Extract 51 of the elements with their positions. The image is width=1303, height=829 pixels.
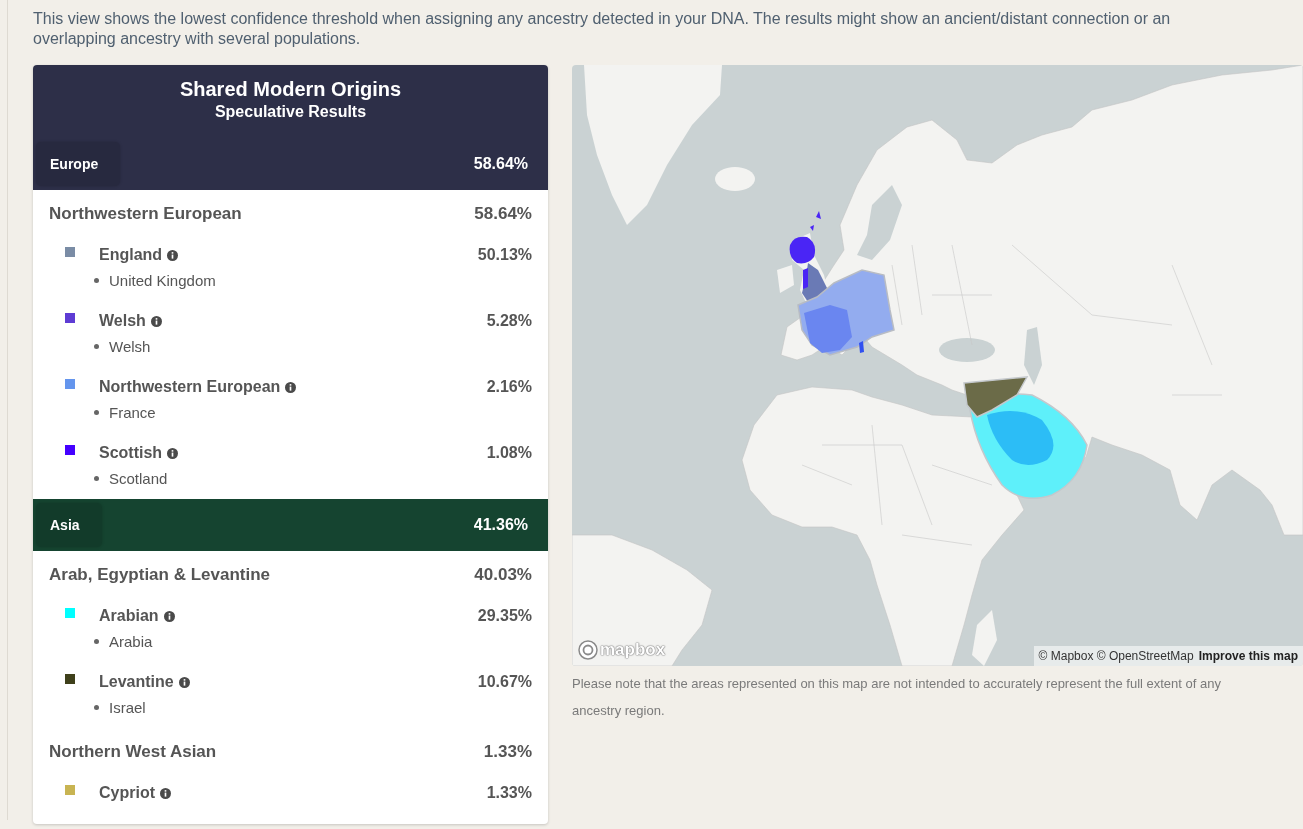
region-percent: 58.64%: [473, 155, 528, 173]
info-icon[interactable]: [160, 787, 171, 799]
card-subtitle: Speculative Results: [213, 102, 368, 122]
population-percent: 10.67%: [477, 672, 532, 692]
bullet-icon: [94, 410, 99, 415]
map-note: Please note that the areas represented on this map are not intended to accurately represent the full extent of any ancestry region.: [572, 675, 1222, 720]
location-text: Israel: [109, 698, 146, 718]
bullet-icon: [94, 639, 99, 644]
region-label: Asia: [36, 503, 102, 547]
population-name: England: [99, 245, 163, 265]
group-name: Northwestern European: [49, 203, 242, 225]
improve-map-link[interactable]: Improve this map: [1198, 648, 1298, 664]
location-text: Welsh: [109, 337, 151, 357]
info-icon[interactable]: [150, 315, 162, 327]
card-title: Shared Modern Origins: [178, 77, 403, 102]
bullet-icon: [94, 476, 99, 481]
info-icon[interactable]: [167, 447, 179, 459]
group-name: Northern West Asian: [49, 741, 217, 763]
location-text: France: [109, 403, 156, 423]
location-text: Scotland: [109, 469, 168, 489]
mapbox-logo-text[interactable]: mapbox: [600, 640, 666, 660]
group-percent: 40.03%: [474, 564, 532, 586]
group-percent: 58.64%: [474, 203, 532, 225]
population-percent: 2.16%: [486, 377, 532, 397]
region-label: Europe: [36, 142, 121, 186]
mapbox-logo-icon[interactable]: [578, 640, 598, 660]
location-text: Arabia: [109, 632, 153, 652]
bullet-icon: [94, 705, 99, 710]
bullet-icon: [94, 278, 99, 283]
population-percent: 29.35%: [477, 606, 532, 626]
population-percent: 1.33%: [486, 783, 532, 803]
group-name: Arab, Egyptian & Levantine: [49, 564, 271, 586]
population-name: Cypriot: [99, 783, 155, 803]
population-name: Welsh: [99, 311, 146, 331]
intro-text: This view shows the lowest confidence threshold when assigning any ancestry detected in your DNA. The results might show an ancient/distant connection or an overlapping ancestry with several populations.: [33, 9, 1172, 49]
group-percent: 1.33%: [483, 741, 532, 763]
location-text: United Kingdom: [109, 271, 216, 291]
info-icon[interactable]: [163, 610, 175, 622]
population-name: Levantine: [99, 672, 174, 692]
info-icon[interactable]: [167, 249, 179, 261]
population-percent: 50.13%: [477, 245, 532, 265]
bullet-icon: [94, 344, 99, 349]
population-name: Scottish: [99, 443, 163, 463]
attribution-link[interactable]: © Mapbox © OpenStreetMap: [1038, 648, 1194, 664]
population-percent: 1.08%: [486, 443, 532, 463]
population-name: Northwestern European: [99, 377, 281, 397]
population-percent: 5.28%: [486, 311, 532, 331]
info-icon[interactable]: [285, 381, 297, 393]
region-percent: 41.36%: [473, 516, 528, 534]
info-icon[interactable]: [178, 676, 190, 688]
population-name: Arabian: [99, 606, 159, 626]
